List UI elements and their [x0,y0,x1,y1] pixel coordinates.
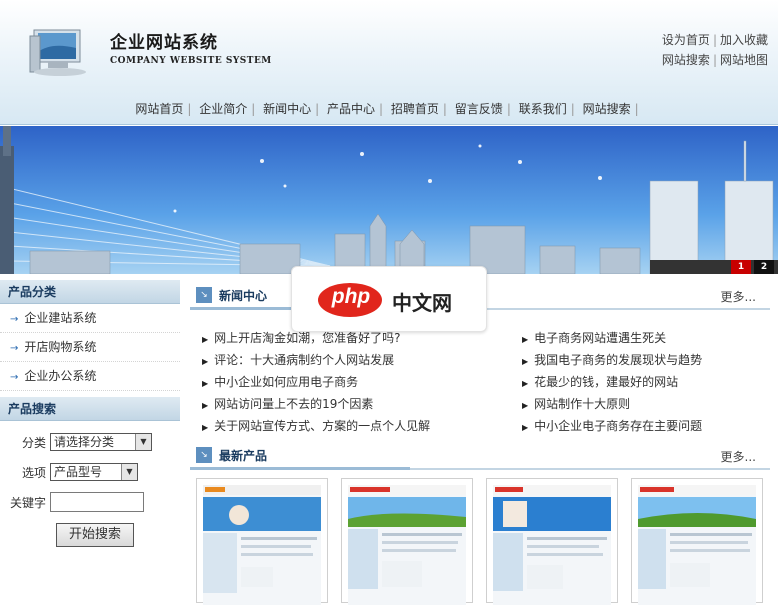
news-item[interactable]: ▶ 花最少的钱，建最好的网站 [522,372,702,394]
product-search-heading: 产品搜索 [0,397,180,421]
site-subtitle: COMPANY WEBSITE SYSTEM [110,56,272,66]
bullet-icon: ▶ [202,357,209,366]
add-favorite-link[interactable]: 加入收藏 [720,33,768,47]
news-more-link[interactable]: 更多... [721,288,756,305]
arrow-icon: → [10,343,19,354]
bullet-icon: ▶ [202,423,209,432]
bullet-icon: ▶ [522,357,529,366]
news-section-icon: ↘ [196,287,212,303]
computer-logo-icon [26,22,102,78]
nav-contact[interactable]: 联系我们 [519,102,567,116]
search-category-row: 分类 请选择分类 ▼ [0,427,180,457]
product-card[interactable] [631,478,763,605]
news-title: 新闻中心 [219,289,268,303]
news-item[interactable]: ▶ 电子商务网站遭遇生死关 [522,328,702,350]
search-button[interactable]: 开始搜索 [56,523,134,547]
product-card[interactable] [341,478,473,605]
news-column-right: ▶ 电子商务网站遭遇生死关 ▶ 我国电子商务的发展现状与趋势 ▶ 花最少的钱，建最好的… [522,328,702,438]
arrow-icon: → [10,372,19,383]
keyword-label: 关键字 [9,495,46,510]
left-sidebar: 产品分类 → 企业建站系统 → 开店购物系统 → 企业办公系统 产品搜索 分类 请选择… [0,280,180,547]
keyword-input[interactable] [50,492,144,512]
news-item[interactable]: ▶ 评论：十大通病制约个人网站发展 [202,350,430,372]
category-heading: 产品分类 [0,280,180,304]
nav-products[interactable]: 产品中心 [327,102,375,116]
products-heading: ↘ 最新产品 更多... [190,440,770,470]
nav-feedback[interactable]: 留言反馈 [455,102,503,116]
bullet-icon: ▶ [202,401,209,410]
bullet-icon: ▶ [522,335,529,344]
product-card[interactable] [196,478,328,605]
product-thumbnail [493,485,611,605]
products-more-link[interactable]: 更多... [721,448,756,465]
news-item[interactable]: ▶ 网站访问量上不去的19个因素 [202,394,430,416]
nav-jobs[interactable]: 招聘首页 [391,102,439,116]
banner-page-1[interactable]: 1 [731,260,751,274]
bullet-icon: ▶ [522,401,529,410]
bullet-icon: ▶ [202,335,209,344]
product-card[interactable] [486,478,618,605]
php-logo-text: php [331,285,371,308]
site-header: 企业网站系统 COMPANY WEBSITE SYSTEM 设为首页 | 加入收藏 … [0,0,778,125]
news-item[interactable]: ▶ 中小企业电子商务存在主要问题 [522,416,702,438]
nav-home[interactable]: 网站首页 [135,102,183,116]
category-item[interactable]: → 企业建站系统 [0,304,180,333]
banner-pager: 1 2 [731,260,774,274]
watermark-text: 中文网 [392,291,452,315]
site-search-link[interactable]: 网站搜索 [662,53,710,67]
products-title: 最新产品 [219,449,268,463]
bullet-icon: ▶ [522,423,529,432]
category-item[interactable]: → 开店购物系统 [0,333,180,362]
category-label: 分类 [21,435,46,450]
category-item[interactable]: → 企业办公系统 [0,362,180,391]
news-column-left: ▶ 网上开店淘金如潮，您准备好了吗? ▶ 评论：十大通病制约个人网站发展 ▶ 中小企业… [202,328,430,438]
product-thumbnail [638,485,756,605]
news-item[interactable]: ▶ 我国电子商务的发展现状与趋势 [522,350,702,372]
set-homepage-link[interactable]: 设为首页 [662,33,710,47]
site-map-link[interactable]: 网站地图 [720,53,768,67]
category-select[interactable]: 请选择分类 ▼ [50,433,152,451]
product-thumbnail [348,485,466,605]
news-item[interactable]: ▶ 中小企业如何应用电子商务 [202,372,430,394]
search-option-row: 选项 产品型号 ▼ [0,457,180,487]
banner-image [0,126,778,274]
bullet-icon: ▶ [202,379,209,388]
top-links: 设为首页 | 加入收藏 网站搜索 | 网站地图 [661,33,768,67]
nav-search[interactable]: 网站搜索 [583,102,631,116]
nav-news[interactable]: 新闻中心 [263,102,311,116]
main-nav: 网站首页 | 企业简介 | 新闻中心 | 产品中心 | 招聘首页 | 留言反馈 | 联系我们… [135,102,639,116]
news-item[interactable]: ▶ 网站制作十大原则 [522,394,702,416]
product-list [196,478,768,605]
nav-about[interactable]: 企业简介 [199,102,247,116]
products-section-icon: ↘ [196,447,212,463]
php-watermark: php 中文网 [291,266,487,332]
banner-page-2[interactable]: 2 [754,260,774,274]
site-title: 企业网站系统 [110,33,218,53]
dropdown-arrow-icon: ▼ [121,464,137,480]
product-thumbnail [203,485,321,605]
option-select[interactable]: 产品型号 ▼ [50,463,138,481]
bullet-icon: ▶ [522,379,529,388]
search-keyword-row: 关键字 [0,487,180,517]
arrow-icon: → [10,314,19,325]
option-label: 选项 [21,465,46,480]
news-item[interactable]: ▶ 关于网站宣传方式、方案的一点个人见解 [202,416,430,438]
dropdown-arrow-icon: ▼ [135,434,151,450]
